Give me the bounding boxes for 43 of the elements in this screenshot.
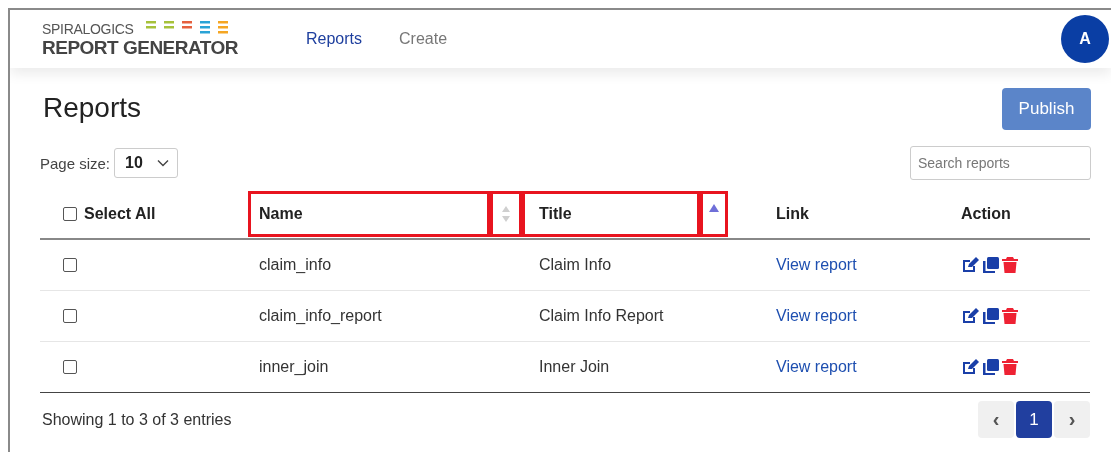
copy-icon[interactable] [982, 358, 1000, 376]
trash-icon[interactable] [1002, 307, 1018, 325]
table-cell: Claim Info [539, 256, 612, 274]
column-header: Action [961, 205, 1011, 223]
user-avatar[interactable]: A [1061, 15, 1109, 63]
column-header[interactable]: Name [259, 205, 303, 223]
trash-icon[interactable] [1002, 358, 1018, 376]
table-cell: inner_join [259, 358, 329, 376]
entries-summary: Showing 1 to 3 of 3 entries [42, 410, 232, 429]
table-cell: claim_info_report [259, 307, 382, 325]
copy-icon[interactable] [982, 256, 1000, 274]
logo-text: SPIRALOGICS [42, 21, 134, 37]
view-report-link[interactable]: View report [776, 307, 857, 325]
row-checkbox[interactable] [63, 360, 77, 374]
column-header: Select All [84, 205, 156, 223]
row-checkbox[interactable] [63, 258, 77, 272]
table-cell: Claim Info Report [539, 307, 664, 325]
edit-icon[interactable] [961, 256, 980, 274]
table-cell: Inner Join [539, 358, 610, 376]
copy-icon[interactable] [982, 307, 1000, 325]
column-header: Link [776, 205, 809, 223]
nav-link[interactable]: Reports [306, 30, 363, 48]
next-page-button[interactable]: › [1054, 401, 1090, 438]
page-title: Reports [43, 92, 142, 124]
view-report-link[interactable]: View report [776, 256, 857, 274]
edit-icon[interactable] [961, 358, 980, 376]
select-all-checkbox[interactable] [63, 207, 77, 221]
edit-icon[interactable] [961, 307, 980, 325]
page-size-select[interactable]: 10 [114, 148, 179, 178]
column-header[interactable]: Title [539, 205, 572, 223]
previous-page-button[interactable]: ‹ [978, 401, 1014, 438]
page-size-label: Page size: [40, 154, 111, 172]
table-cell: claim_info [259, 256, 332, 274]
publish-button[interactable]: Publish [1002, 88, 1091, 130]
page-button[interactable]: 1 [1016, 401, 1052, 438]
chevron-down-icon [157, 159, 170, 167]
view-report-link[interactable]: View report [776, 358, 857, 376]
trash-icon[interactable] [1002, 256, 1018, 274]
logo-text: REPORT GENERATOR [42, 37, 240, 59]
search-field[interactable]: Search reports [910, 146, 1091, 180]
sort-ascending-icon[interactable] [708, 204, 719, 212]
nav-link[interactable]: Create [399, 30, 448, 48]
row-checkbox[interactable] [63, 309, 77, 323]
